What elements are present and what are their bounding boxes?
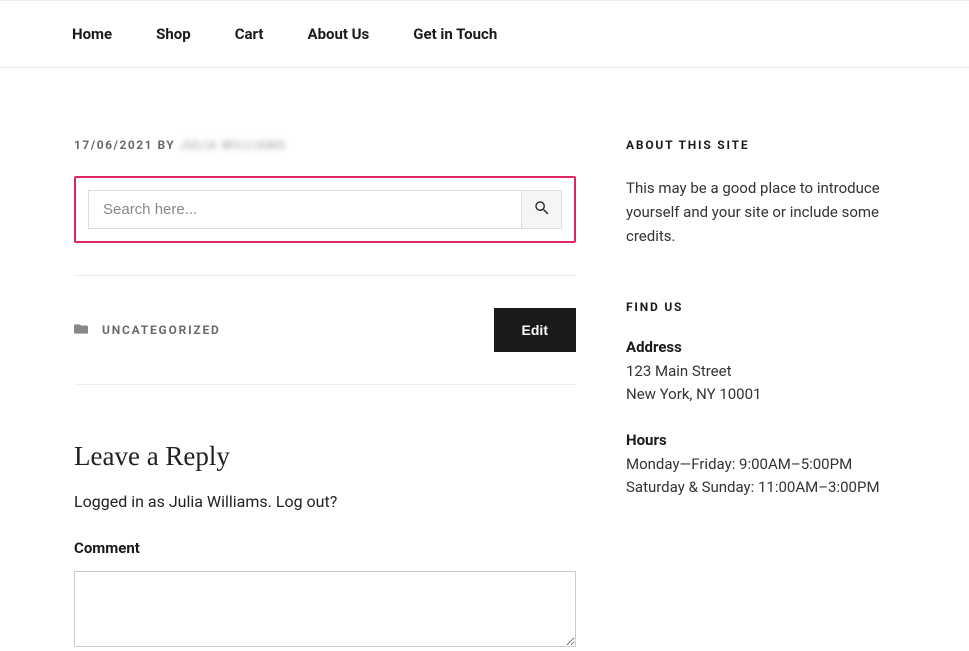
search-icon [533,199,551,220]
profile-link[interactable]: Julia Williams [169,492,268,511]
address-label: Address [626,338,913,356]
reply-heading: Leave a Reply [74,441,576,472]
about-heading: ABOUT THIS SITE [626,138,913,152]
content-area: 17/06/2021 BY JULIA WILLIAMS [0,68,969,651]
category-block: UNCATEGORIZED [74,323,221,338]
hours-label: Hours [626,431,913,449]
main-nav: Home Shop Cart About Us Get in Touch [0,0,969,68]
about-text: This may be a good place to introduce yo… [626,176,913,248]
address-line2: New York, NY 10001 [626,383,913,406]
main-column: 17/06/2021 BY JULIA WILLIAMS [74,138,576,651]
category-link[interactable]: UNCATEGORIZED [102,323,221,337]
logout-link[interactable]: Log out? [276,492,337,511]
folder-icon [74,323,88,338]
logged-in-suffix: . [268,492,276,511]
address-line1: 123 Main Street [626,360,913,383]
address-block: Address 123 Main Street New York, NY 100… [626,338,913,407]
post-meta: 17/06/2021 BY JULIA WILLIAMS [74,138,576,152]
nav-shop[interactable]: Shop [156,1,191,67]
findus-heading: FIND US [626,300,913,314]
hours-line1: Monday—Friday: 9:00AM–5:00PM [626,453,913,476]
search-button[interactable] [521,191,561,228]
nav-cart[interactable]: Cart [235,1,264,67]
logged-in-prefix: Logged in as [74,492,169,511]
nav-about[interactable]: About Us [307,1,369,67]
search-highlight-box [74,176,576,243]
nav-home[interactable]: Home [72,1,112,67]
post-date: 17/06/2021 [74,138,153,152]
comment-label: Comment [74,539,576,557]
logged-in-text: Logged in as Julia Williams. Log out? [74,492,576,511]
hours-block: Hours Monday—Friday: 9:00AM–5:00PM Satur… [626,431,913,500]
comment-textarea[interactable] [74,571,576,647]
edit-button[interactable]: Edit [494,308,576,352]
post-author: JULIA WILLIAMS [180,138,286,152]
search-form [88,190,562,229]
hours-line2: Saturday & Sunday: 11:00AM–3:00PM [626,476,913,499]
sidebar: ABOUT THIS SITE This may be a good place… [626,138,913,651]
by-label: BY [157,138,175,152]
divider [74,384,576,385]
post-footer: UNCATEGORIZED Edit [74,276,576,384]
search-input[interactable] [89,191,521,228]
nav-contact[interactable]: Get in Touch [413,1,497,67]
